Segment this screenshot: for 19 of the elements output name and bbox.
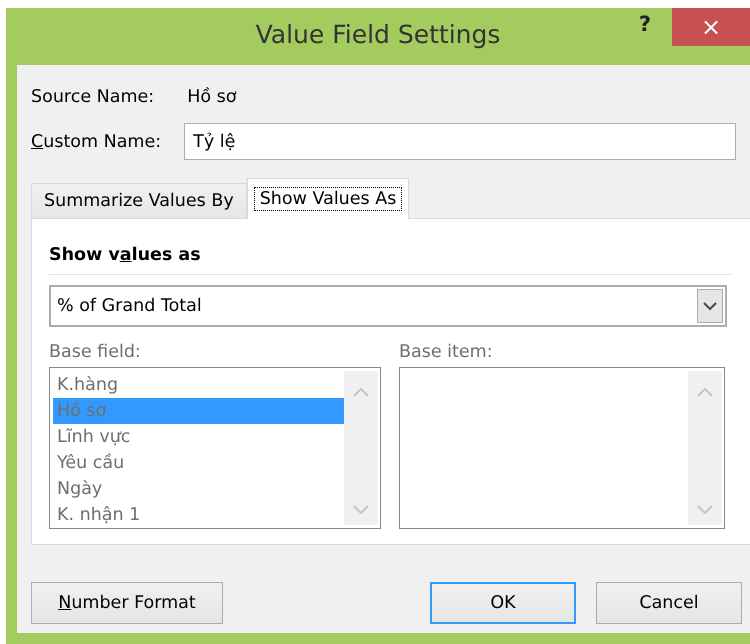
scrollbar[interactable] <box>688 371 722 525</box>
list-label: Base item: <box>399 342 493 362</box>
list-label: Base field: <box>49 342 141 362</box>
dropdown[interactable]: % of Grand Total <box>49 285 727 327</box>
tab[interactable]: Summarize Values By <box>31 183 247 218</box>
cancel-button[interactable]: Cancel <box>596 582 742 624</box>
field-label: Custom Name: <box>31 132 162 152</box>
window-title: Value Field Settings <box>256 19 500 51</box>
field-label: Source Name: <box>31 87 154 107</box>
number-format-button[interactable]: Number Format <box>31 582 223 624</box>
section-heading: Show values as <box>49 245 201 265</box>
ok-button[interactable]: OK <box>430 582 576 624</box>
close-button[interactable]: × <box>672 8 750 46</box>
tab[interactable]: Show Values As <box>246 178 410 219</box>
field-value: Hồ sơ <box>187 87 236 107</box>
scrollbar[interactable] <box>344 371 378 525</box>
list-box[interactable] <box>399 367 725 529</box>
help-button[interactable]: ? <box>636 12 654 36</box>
input-field[interactable]: Tỷ lệ <box>184 123 736 160</box>
